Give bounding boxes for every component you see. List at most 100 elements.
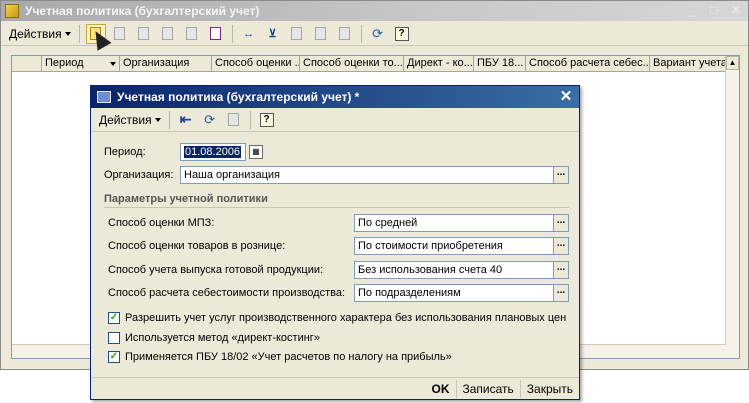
checkbox-checked[interactable]: ✓	[108, 312, 120, 324]
organization-input[interactable]: Наша организация	[180, 166, 554, 184]
column-header[interactable]: Способ оценки ...	[212, 56, 300, 71]
reread-button[interactable]: ⟳	[200, 110, 220, 130]
go-to-list-button[interactable]: ⇤	[176, 110, 196, 130]
edit-icon	[162, 27, 174, 40]
column-header[interactable]: Способ оценки то...	[300, 56, 404, 71]
ok-button[interactable]: OK	[426, 380, 456, 398]
policy-params-group-title: Параметры учетной политики	[104, 193, 569, 208]
help-icon: ?	[259, 112, 274, 127]
help-icon: ?	[394, 26, 409, 41]
column-header[interactable]: ПБУ 18...	[474, 56, 526, 71]
checkbox-label: Разрешить учет услуг производственного х…	[125, 312, 567, 324]
copy-icon	[228, 113, 240, 126]
filter-value-button[interactable]	[287, 24, 307, 44]
checkbox-checked[interactable]: ✓	[108, 351, 120, 363]
back-arrow-icon: ⇤	[179, 111, 192, 127]
filter-button[interactable]: ⊻	[263, 24, 283, 44]
sort-button[interactable]	[335, 24, 355, 44]
maximize-button[interactable]: □	[706, 4, 722, 18]
dialog-actions-menu[interactable]: Действия	[95, 111, 165, 129]
filter-icon: ⊻	[268, 28, 277, 40]
mark-delete-icon	[210, 27, 222, 40]
add-group-button[interactable]	[134, 24, 154, 44]
toolbar-separator	[249, 110, 251, 129]
interval-button[interactable]: ↔	[239, 24, 259, 44]
toolbar-separator	[231, 24, 233, 43]
main-titlebar: Учетная политика (бухгалтерский учет) _ …	[1, 1, 748, 21]
dialog-title: Учетная политика (бухгалтерский учет) *	[117, 90, 360, 104]
help-button[interactable]: ?	[257, 110, 277, 130]
param-label: Способ оценки МПЗ:	[108, 217, 215, 229]
chevron-down-icon	[154, 117, 161, 122]
refresh-icon: ⟳	[372, 25, 384, 41]
checkbox-label: Используется метод «директ-костинг»	[125, 332, 320, 344]
toolbar-separator	[168, 110, 170, 129]
accounting-policy-dialog: Учетная политика (бухгалтерский учет) * …	[90, 85, 580, 400]
close-icon[interactable]: ✕	[559, 89, 573, 104]
save-button[interactable]: Записать	[455, 379, 520, 398]
column-header[interactable]: Период	[42, 56, 120, 71]
param-input[interactable]: Без использования счета 40	[354, 261, 554, 279]
column-header[interactable]: Организация	[120, 56, 212, 71]
main-window-title: Учетная политика (бухгалтерский учет)	[25, 4, 260, 18]
select-button[interactable]: ...	[554, 261, 569, 279]
checkbox-label: Применяется ПБУ 18/02 «Учет расчетов по …	[125, 351, 452, 363]
param-input[interactable]: По подразделениям	[354, 284, 554, 302]
column-header[interactable]: Способ расчета себес...	[526, 56, 650, 71]
chevron-down-icon	[64, 31, 71, 36]
period-input[interactable]: 01.08.2006	[180, 143, 246, 161]
refresh-icon: ⟳	[204, 111, 216, 127]
param-label: Способ расчета себестоимости производств…	[108, 287, 346, 299]
calendar-icon[interactable]: ▦	[249, 145, 263, 159]
delete-icon	[186, 27, 198, 40]
minimize-button[interactable]: _	[684, 4, 700, 18]
toolbar-separator	[78, 24, 80, 43]
delete-button[interactable]	[182, 24, 202, 44]
select-button[interactable]: ...	[554, 214, 569, 232]
main-toolbar: Действия ↔ ⊻ ⟳ ?	[1, 22, 748, 46]
dialog-toolbar: Действия ⇤ ⟳ ?	[91, 108, 579, 132]
refresh-button[interactable]: ⟳	[368, 24, 388, 44]
sort-icon	[339, 27, 351, 40]
dialog-titlebar: Учетная политика (бухгалтерский учет) * …	[91, 86, 579, 108]
param-label: Способ учета выпуска готовой продукции:	[108, 264, 324, 276]
period-value: 01.08.2006	[184, 146, 242, 158]
actions-menu[interactable]: Действия	[5, 25, 75, 43]
select-button[interactable]: ...	[554, 284, 569, 302]
close-button[interactable]: ✕	[728, 4, 744, 18]
param-row: Способ расчета себестоимости производств…	[108, 284, 569, 302]
sort-down-icon	[110, 61, 116, 66]
edit-button[interactable]	[158, 24, 178, 44]
filter-list-button[interactable]	[311, 24, 331, 44]
actions-menu-label: Действия	[9, 26, 62, 41]
form-icon	[97, 91, 111, 103]
help-button[interactable]: ?	[392, 24, 412, 44]
column-header[interactable]: Вариант учета	[650, 56, 725, 71]
copy-form-button[interactable]	[224, 110, 244, 130]
row-marker-column	[12, 56, 42, 71]
scroll-up-icon[interactable]: ▲	[726, 56, 739, 70]
select-organization-button[interactable]: ...	[554, 166, 569, 184]
checkbox-row[interactable]: ✓ Применяется ПБУ 18/02 «Учет расчетов п…	[108, 351, 452, 363]
param-input[interactable]: По стоимости приобретения	[354, 237, 554, 255]
toolbar-separator	[360, 24, 362, 43]
vertical-scrollbar[interactable]: ▲	[725, 56, 739, 358]
checkbox-unchecked[interactable]	[108, 332, 120, 344]
actions-menu-label: Действия	[99, 112, 152, 127]
app-icon	[5, 4, 19, 18]
param-row: Способ оценки МПЗ: По средней ...	[108, 214, 569, 232]
param-row: Способ оценки товаров в рознице: По стои…	[108, 237, 569, 255]
organization-row: Организация: Наша организация ...	[104, 166, 569, 184]
param-input[interactable]: По средней	[354, 214, 554, 232]
column-header[interactable]: Директ - ко...	[404, 56, 474, 71]
period-row: Период: 01.08.2006 ▦	[104, 143, 263, 161]
checkbox-row[interactable]: Используется метод «директ-костинг»	[108, 332, 320, 344]
close-button[interactable]: Закрыть	[519, 379, 579, 398]
mark-delete-button[interactable]	[206, 24, 226, 44]
select-button[interactable]: ...	[554, 237, 569, 255]
add-group-icon	[138, 27, 150, 40]
filter-list-icon	[315, 27, 327, 40]
param-label: Способ оценки товаров в рознице:	[108, 240, 286, 252]
copy-button[interactable]	[110, 24, 130, 44]
checkbox-row[interactable]: ✓ Разрешить учет услуг производственного…	[108, 312, 566, 324]
